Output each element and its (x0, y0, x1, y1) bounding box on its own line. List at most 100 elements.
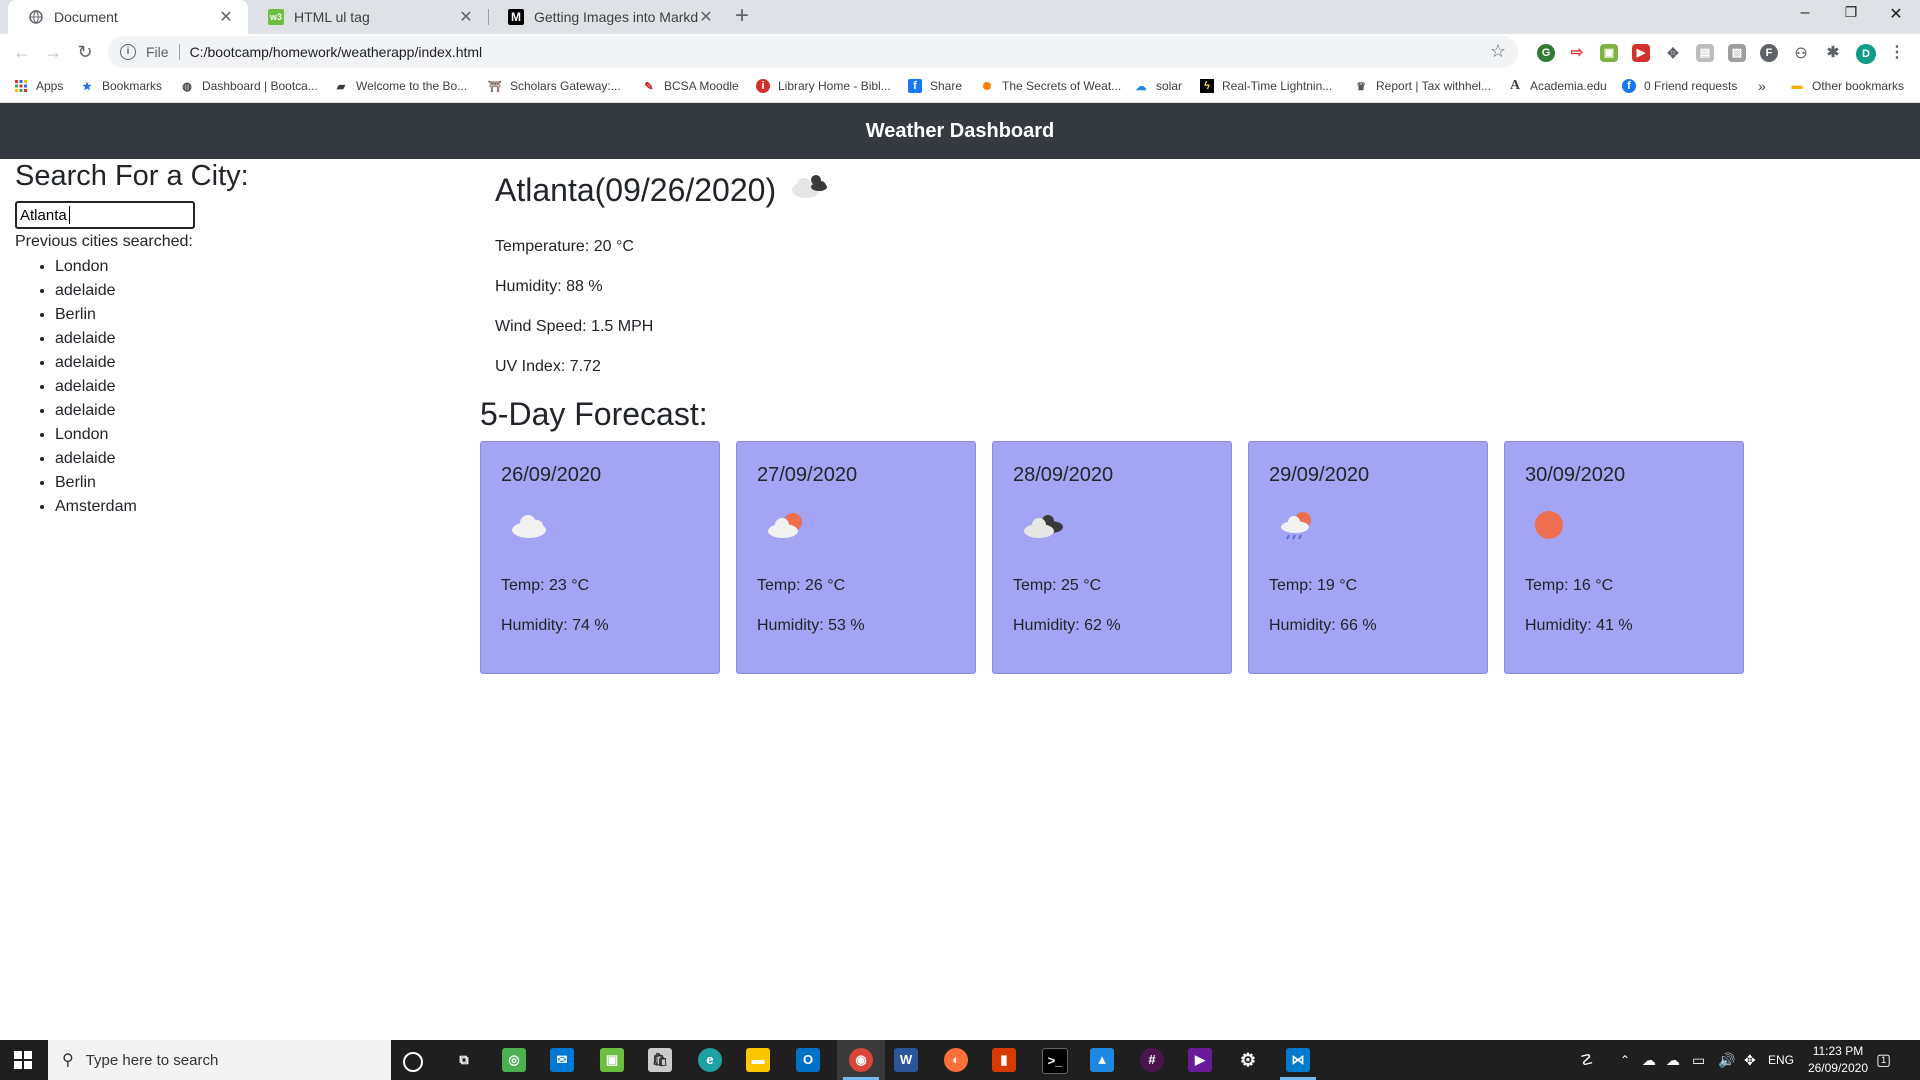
menu-kebab-icon[interactable]: ⋮ (1888, 44, 1906, 62)
onedrive-icon[interactable]: ☁ (1642, 1040, 1656, 1080)
url-text[interactable]: C:/bootcamp/homework/weatherapp/index.ht… (190, 44, 483, 60)
history-item[interactable]: adelaide (55, 399, 137, 423)
bookmark-welcome[interactable]: ▰ Welcome to the Bo... (334, 70, 467, 102)
history-item[interactable]: adelaide (55, 375, 137, 399)
profile-avatar[interactable]: D (1856, 44, 1876, 64)
bookmark-friend-requests[interactable]: f 0 Friend requests (1622, 70, 1737, 102)
terminal-icon[interactable]: >_ (1042, 1048, 1068, 1074)
bookmark-label: Welcome to the Bo... (356, 79, 468, 93)
back-icon[interactable]: ← (12, 42, 32, 63)
extension-image-icon[interactable]: ▨ (1728, 44, 1746, 62)
dropbox-icon[interactable]: ✥ (1744, 1040, 1756, 1080)
extension-grammarly-icon[interactable]: G (1537, 44, 1555, 62)
taskbar-clock[interactable]: 11:23 PM 26/09/2020 (1808, 1043, 1868, 1077)
chrome-icon[interactable]: ◉ (849, 1048, 873, 1072)
extensions-puzzle-icon[interactable]: ✱ (1824, 44, 1842, 62)
reload-icon[interactable]: ↻ (75, 42, 95, 63)
history-item[interactable]: London (55, 255, 137, 279)
bookmark-apps[interactable]: Apps (14, 70, 63, 102)
edge-icon[interactable]: e (698, 1048, 722, 1072)
powerapp-icon[interactable]: ▶ (1188, 1048, 1212, 1072)
outlook-icon[interactable]: O (796, 1048, 820, 1072)
history-item[interactable]: Berlin (55, 471, 137, 495)
battery-icon[interactable]: ▭ (1692, 1040, 1705, 1080)
close-tab-icon[interactable]: ✕ (458, 7, 474, 27)
tab-html-ul-tag[interactable]: w3 HTML ul tag ✕ (248, 0, 488, 34)
forecast-card: 28/09/2020 Temp: 25 °C Humidity: 62 % (992, 441, 1232, 674)
extension-page-icon[interactable]: ▤ (1696, 44, 1714, 62)
forward-icon[interactable]: → (43, 42, 63, 63)
bookmark-scholars-gateway[interactable]: ⛩ Scholars Gateway:... (488, 70, 621, 102)
extension-dropbox-icon[interactable]: ✥ (1664, 44, 1682, 62)
store-icon[interactable]: 🛍 (648, 1048, 672, 1072)
history-item[interactable]: adelaide (55, 447, 137, 471)
current-weather-heading: Atlanta(09/26/2020) (495, 166, 834, 214)
facebook-icon: f (908, 79, 922, 93)
bookmark-label: Scholars Gateway:... (510, 79, 621, 93)
slack-icon[interactable]: # (1140, 1048, 1164, 1072)
bookmark-solar[interactable]: ☁ solar (1134, 70, 1183, 102)
pen-icon[interactable]: ☡ (1580, 1040, 1593, 1080)
info-icon[interactable]: i (120, 44, 136, 60)
taskbar-search-box[interactable]: ⚲ Type here to search (48, 1040, 391, 1080)
file-explorer-icon[interactable]: ▬ (746, 1048, 770, 1072)
history-item[interactable]: adelaide (55, 351, 137, 375)
history-item[interactable]: Berlin (55, 303, 137, 327)
bookmark-other-bookmarks[interactable]: ▬ Other bookmarks (1790, 70, 1905, 102)
bookmark-bookmarks[interactable]: ★ Bookmarks (80, 70, 162, 102)
task-view-icon[interactable]: ⧉ (452, 1048, 476, 1072)
tray-chevron-up-icon[interactable]: ⌃ (1620, 1040, 1630, 1080)
cortana-icon[interactable] (403, 1052, 423, 1072)
extension-box-icon[interactable]: ▣ (1600, 44, 1618, 62)
new-tab-icon[interactable]: + (735, 2, 749, 30)
close-tab-icon[interactable]: ✕ (698, 7, 714, 27)
minimize-icon[interactable]: – (1795, 4, 1815, 22)
cloud-icon (509, 510, 551, 545)
app-green-icon[interactable]: ▣ (600, 1048, 624, 1072)
extension-f-icon[interactable]: F (1760, 44, 1778, 62)
firefox-icon[interactable]: ◐ (944, 1048, 968, 1072)
bookmark-share[interactable]: f Share (908, 70, 962, 102)
history-item[interactable]: Amsterdam (55, 495, 137, 519)
bookmark-bcsa-moodle[interactable]: ✎ BCSA Moodle (642, 70, 738, 102)
bookmark-star-icon[interactable]: ☆ (1490, 41, 1506, 62)
word-icon[interactable]: W (894, 1048, 918, 1072)
volume-icon[interactable]: 🔊 (1718, 1040, 1735, 1080)
extension-arrow-icon[interactable]: ⇨ (1568, 44, 1586, 62)
close-tab-icon[interactable]: ✕ (218, 7, 234, 27)
address-bar[interactable]: i File C:/bootcamp/homework/weatherapp/i… (108, 36, 1518, 68)
bookmark-secrets-of-weather[interactable]: ✺ The Secrets of Weat... (980, 70, 1121, 102)
bookmarks-bar: Apps ★ Bookmarks ◍ Dashboard | Bootca... ▰… (0, 70, 1920, 103)
history-item[interactable]: adelaide (55, 327, 137, 351)
bookmarks-overflow-button[interactable]: » (1758, 70, 1766, 102)
language-indicator[interactable]: ENG (1768, 1040, 1794, 1080)
current-city-date: Atlanta(09/26/2020) (495, 171, 777, 208)
bookmark-real-time-lightning[interactable]: ϟ Real-Time Lightnin... (1200, 70, 1332, 102)
restore-icon[interactable]: ❐ (1841, 4, 1861, 21)
extension-video-icon[interactable]: ▶ (1632, 44, 1650, 62)
vscode-icon[interactable]: ⋈ (1286, 1048, 1310, 1072)
office-icon[interactable]: ▮ (992, 1048, 1016, 1072)
history-item[interactable]: London (55, 423, 137, 447)
bookmark-academia[interactable]: A Academia.edu (1508, 70, 1607, 102)
settings-gear-icon[interactable]: ⚙ (1236, 1048, 1260, 1072)
tab-document[interactable]: Document ✕ (8, 0, 248, 34)
close-window-icon[interactable]: ✕ (1886, 4, 1906, 24)
extension-people-icon[interactable]: ⚇ (1792, 44, 1810, 62)
forecast-humidity: Humidity: 74 % (501, 617, 609, 634)
bookmark-label: Bookmarks (102, 79, 163, 93)
bookmark-library-home[interactable]: i Library Home - Bibl... (756, 70, 891, 102)
tripadvisor-icon[interactable]: ◎ (502, 1048, 526, 1072)
mail-icon[interactable]: ✉ (550, 1048, 574, 1072)
bookmark-label: Report | Tax withhel... (1376, 79, 1491, 93)
history-item[interactable]: adelaide (55, 279, 137, 303)
forecast-temp: Temp: 16 °C (1525, 577, 1614, 594)
bookmark-report-tax[interactable]: ♛ Report | Tax withhel... (1354, 70, 1491, 102)
bookmark-dashboard[interactable]: ◍ Dashboard | Bootca... (180, 70, 318, 102)
tab-markdown[interactable]: M Getting Images into Markdown D ✕ (488, 0, 728, 34)
network-cloud-icon[interactable]: ☁ (1666, 1040, 1680, 1080)
city-search-input[interactable] (15, 201, 195, 229)
notifications-icon[interactable]: ▢ 1 (1876, 1040, 1891, 1080)
photos-icon[interactable]: ▲ (1090, 1048, 1114, 1072)
windows-start-icon[interactable] (14, 1051, 32, 1074)
